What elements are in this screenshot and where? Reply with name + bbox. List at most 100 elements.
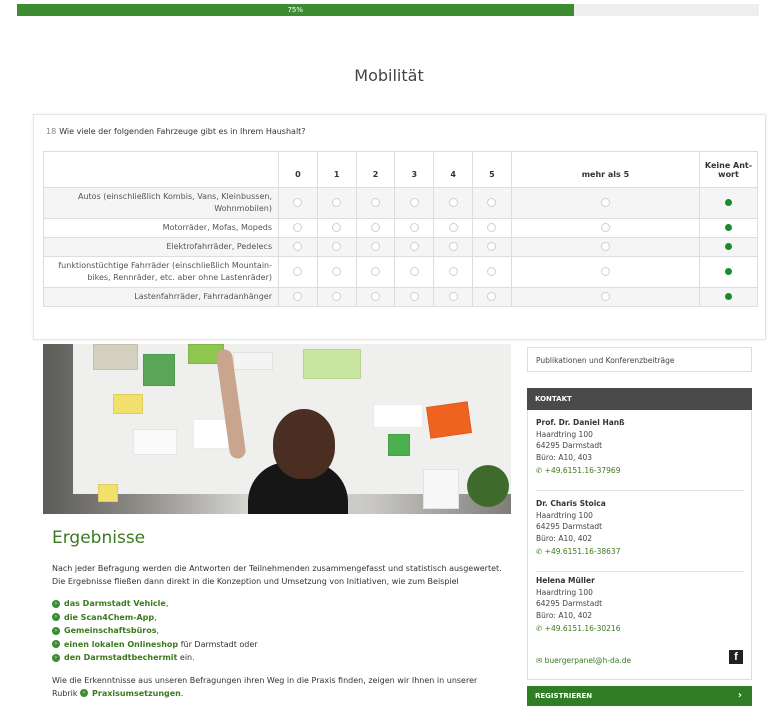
radio-button[interactable] [487,197,497,207]
radio-button[interactable] [332,266,342,276]
radio-selected[interactable] [725,242,732,250]
contact-room: Büro: A10, 403 [536,452,593,462]
radio-button[interactable] [448,241,458,251]
radio-button[interactable] [332,222,342,232]
matrix-cell [433,237,474,257]
radio-button[interactable] [409,241,419,251]
radio-button[interactable] [293,197,303,207]
radio-button[interactable] [371,241,381,251]
list-item: › die Scan4Chem-App, [52,611,502,625]
radio-button[interactable] [371,266,381,276]
question-text: 18 Wie viele der folgenden Fahrzeuge gibt… [46,127,306,136]
matrix-cell [394,237,435,257]
radio-button[interactable] [600,291,610,301]
answer-matrix: 0 1 2 3 4 5 mehr als 5 Keine Ant-wort Autos (ei… [43,151,758,307]
radio-button[interactable] [293,241,303,251]
register-button[interactable]: REGISTRIEREN › [527,686,752,706]
results-outro-end: . [180,688,184,698]
radio-button[interactable] [293,291,303,301]
radio-selected[interactable] [725,267,732,275]
matrix-cell [316,237,357,257]
radio-button[interactable] [409,291,419,301]
matrix-cell [278,287,318,307]
matrix-corner [43,151,279,188]
radio-button[interactable] [332,291,342,301]
matrix-cell [278,187,318,219]
contact-name: Helena Müller [536,576,595,585]
page-title: Mobilität [354,66,424,85]
contact-phone[interactable]: ✆ +49.6151.16-38637 [536,546,744,558]
list-item: › einen lokalen Onlineshop für Darmstadt … [52,638,502,652]
result-link-suffix: ein. [177,653,195,662]
radio-button[interactable] [371,197,381,207]
matrix-cell [433,187,474,219]
radio-button[interactable] [600,266,610,276]
result-link[interactable]: Gemeinschaftsbüros [64,626,156,635]
matrix-cell [316,287,357,307]
list-item: › das Darmstadt Vehicle, [52,597,502,611]
email-link[interactable]: ✉ buergerpanel@h-da.de [536,656,631,665]
result-link-suffix: , [154,612,157,622]
plant [458,444,511,514]
radio-selected[interactable] [725,198,732,206]
facebook-icon[interactable]: f [729,650,743,664]
matrix-column-header: 3 [394,151,435,188]
matrix-row: Lastenfahrräder, Fahrradanhänger [43,287,758,307]
matrix-cell [699,237,758,257]
question-card: 18 Wie viele der folgenden Fahrzeuge gibt… [33,114,766,340]
contact-phone[interactable]: ✆ +49.6151.16-30216 [536,623,744,635]
matrix-column-header: 4 [433,151,474,188]
matrix-cell [316,256,357,288]
matrix-row-label: Elektrofahrräder, Pedelecs [43,237,279,257]
radio-button[interactable] [293,266,303,276]
matrix-cell [355,237,396,257]
result-link[interactable]: einen lokalen Onlineshop [64,640,178,649]
result-link[interactable]: die Scan4Chem-App [64,613,154,622]
link-praxisumsetzungen[interactable]: Praxisumsetzungen [92,689,181,698]
radio-button[interactable] [487,291,497,301]
result-link-suffix: , [156,626,160,635]
matrix-cell [472,218,512,238]
contact-header: KONTAKT [527,388,752,410]
radio-button[interactable] [600,197,610,207]
radio-button[interactable] [487,241,497,251]
phone-number: +49.6151.16-30216 [544,624,621,633]
result-link[interactable]: das Darmstadt Vehicle [64,599,166,608]
matrix-cell [510,256,701,288]
radio-button[interactable] [332,241,342,251]
person-head [273,409,335,479]
radio-button[interactable] [487,266,497,276]
matrix-row-label: Lastenfahrräder, Fahrradanhänger [43,287,279,307]
radio-button[interactable] [332,197,342,207]
question-number: 18 [46,127,57,136]
radio-button[interactable] [487,222,497,232]
radio-button[interactable] [600,222,610,232]
radio-button[interactable] [409,266,419,276]
radio-button[interactable] [293,222,303,232]
radio-selected[interactable] [725,292,732,300]
arrow-circle-icon: › [80,689,89,697]
radio-button[interactable] [371,291,381,301]
divider [536,571,744,572]
radio-button[interactable] [409,197,419,207]
radio-selected[interactable] [725,223,732,231]
chevron-right-icon: › [737,690,742,701]
sidebar-item-publications[interactable]: Publikationen und Konferenzbeiträge [527,347,752,372]
radio-button[interactable] [409,222,419,232]
arrow-circle-icon: › [52,626,60,635]
radio-button[interactable] [600,241,610,251]
result-link-suffix: , [165,599,169,608]
results-intro: Nach jeder Befragung werden die Antworte… [52,564,502,586]
result-link[interactable]: den Darmstadtbechermit [64,653,177,662]
matrix-row-label: funktionstüchtige Fahrräder (einschließl… [43,256,279,288]
radio-button[interactable] [448,197,458,207]
matrix-cell [510,237,701,257]
radio-button[interactable] [371,222,381,232]
list-item: › den Darmstadtbechermit ein. [52,651,502,665]
radio-button[interactable] [448,266,458,276]
matrix-row: funktionstüchtige Fahrräder (einschließl… [43,256,758,288]
matrix-cell [355,218,396,238]
radio-button[interactable] [448,291,458,301]
radio-button[interactable] [448,222,458,232]
contact-phone[interactable]: ✆ +49.6151.16-37969 [536,465,744,477]
